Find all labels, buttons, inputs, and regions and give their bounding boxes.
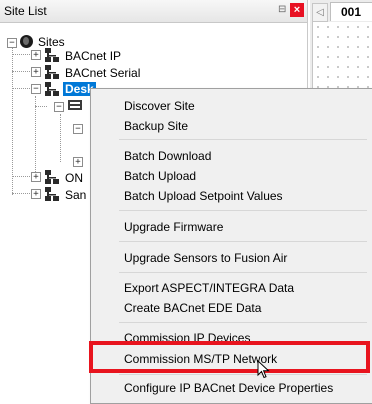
tab-scroll-left-icon[interactable]: ◁ <box>312 3 328 22</box>
menu-separator <box>119 322 367 323</box>
menu-separator <box>119 210 367 211</box>
menu-item-backup-site[interactable]: Backup Site <box>124 119 188 133</box>
tree-line <box>12 193 30 194</box>
menu-item-configure-ip-bacnet[interactable]: Configure IP BACnet Device Properties <box>124 381 333 395</box>
menu-item-batch-upload-setpoints[interactable]: Batch Upload Setpoint Values <box>124 189 283 203</box>
menu-separator <box>119 241 367 242</box>
network-icon <box>45 65 59 79</box>
collapse-toggle[interactable]: − <box>54 102 64 112</box>
close-icon[interactable]: × <box>290 3 304 17</box>
menu-item-export-aspect-integra[interactable]: Export ASPECT/INTEGRA Data <box>124 281 294 295</box>
menu-separator <box>119 139 367 140</box>
tree-line <box>35 106 47 107</box>
tree-node-bacnet-serial[interactable]: BACnet Serial <box>65 66 140 80</box>
device-icon <box>68 100 82 110</box>
mouse-cursor-icon <box>257 360 270 379</box>
menu-item-discover-site[interactable]: Discover Site <box>124 99 195 113</box>
menu-item-upgrade-firmware[interactable]: Upgrade Firmware <box>124 220 223 234</box>
tree-line <box>12 54 30 55</box>
tree-line <box>60 114 61 162</box>
collapse-toggle[interactable]: − <box>31 84 41 94</box>
tree-node-san[interactable]: San <box>65 188 86 202</box>
network-icon <box>45 48 59 62</box>
expand-toggle[interactable]: + <box>31 50 41 60</box>
network-icon <box>45 187 59 201</box>
collapse-sites-toggle[interactable]: − <box>7 38 17 48</box>
menu-item-batch-download[interactable]: Batch Download <box>124 149 211 163</box>
network-icon <box>45 170 59 184</box>
tree-node-sites[interactable]: Sites <box>38 35 65 49</box>
document-tab[interactable]: 001 <box>330 2 372 21</box>
pin-icon[interactable]: ⊟ <box>278 4 286 15</box>
tree-line <box>12 176 30 177</box>
tree-node-bacnet-ip[interactable]: BACnet IP <box>65 49 121 63</box>
tree-line <box>12 71 30 72</box>
tree-line <box>35 96 36 182</box>
collapse-toggle[interactable]: − <box>73 124 83 134</box>
menu-separator <box>119 374 367 375</box>
panel-header: Site List ⊟ × <box>0 0 307 23</box>
tree-line <box>12 45 13 195</box>
expand-toggle[interactable]: + <box>73 157 83 167</box>
tree-node-on[interactable]: ON <box>65 171 83 185</box>
tree-line <box>12 88 30 89</box>
expand-toggle[interactable]: + <box>31 172 41 182</box>
globe-icon <box>20 35 33 48</box>
menu-item-create-bacnet-ede[interactable]: Create BACnet EDE Data <box>124 301 261 315</box>
expand-toggle[interactable]: + <box>31 189 41 199</box>
menu-item-batch-upload[interactable]: Batch Upload <box>124 169 196 183</box>
highlight-annotation-box <box>89 341 370 373</box>
expand-toggle[interactable]: + <box>31 67 41 77</box>
panel-title: Site List <box>4 4 47 18</box>
network-icon <box>45 82 59 96</box>
menu-item-upgrade-sensors[interactable]: Upgrade Sensors to Fusion Air <box>124 251 287 265</box>
menu-separator <box>119 272 367 273</box>
